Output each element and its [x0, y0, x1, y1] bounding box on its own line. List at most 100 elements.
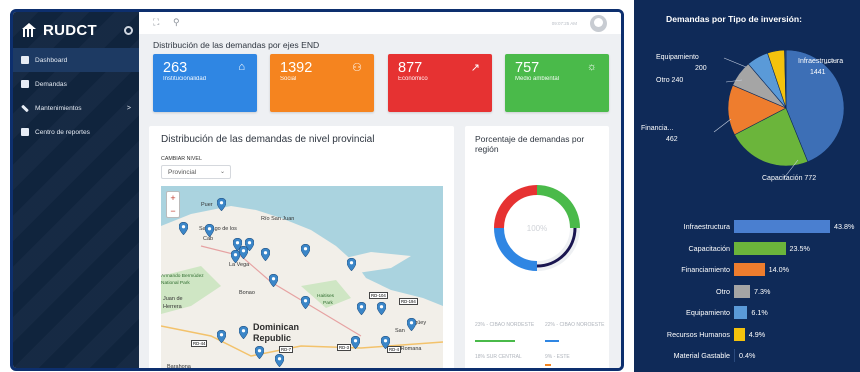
level-select[interactable]: Provincial ⌄	[161, 165, 231, 179]
map-pin-icon[interactable]	[255, 346, 264, 359]
map-pin-icon[interactable]	[231, 250, 240, 263]
zoom-control: + −	[166, 191, 180, 218]
level-select-value: Provincial	[168, 169, 197, 176]
bar-infraestructura	[734, 220, 830, 233]
map-pin-icon[interactable]	[381, 336, 390, 349]
card-institucionalidad[interactable]: 263 Institucionalidad ⌂	[153, 54, 257, 112]
map-pin-icon[interactable]	[205, 224, 214, 237]
legend-item: 18% SUR CENTRAL	[475, 354, 522, 360]
map-pin-icon[interactable]	[301, 296, 310, 309]
card-social[interactable]: 1392 Social ⚇	[270, 54, 374, 112]
chevron-down-icon: ⌄	[219, 169, 225, 175]
sidebar-item-dashboard[interactable]: Dashboard	[13, 48, 139, 72]
bar-category-label: Infraestructura	[683, 222, 730, 231]
donut-segment-dark	[536, 227, 577, 268]
map-pin-icon[interactable]	[217, 330, 226, 343]
card-medio-ambiental[interactable]: 757 Medio ambiental ☼	[505, 54, 609, 112]
road-shield: RD-104	[369, 292, 388, 299]
topbar: ⛶ ⚲ 09:07:25 AM	[139, 12, 621, 34]
level-label: CAMBIAR NIVEL	[161, 156, 202, 162]
sidebar-item-reportes[interactable]: Centro de reportes	[13, 120, 139, 144]
map-label: Puer	[201, 202, 213, 208]
book-icon	[21, 80, 29, 88]
wrench-icon	[21, 104, 29, 112]
sun-icon: ☼	[586, 61, 597, 73]
donut-segment-noroeste	[494, 227, 538, 271]
card-value: 1392	[280, 60, 313, 76]
legend-item: 23% - CIBAO NORDESTE	[475, 322, 535, 328]
map-pin-icon[interactable]	[275, 354, 284, 367]
map-pin-icon[interactable]	[261, 248, 270, 261]
sidebar: RUDCT Dashboard Demandas Mantenimientos …	[13, 12, 139, 368]
pie-leader-line	[713, 118, 732, 133]
map-label-country: Dominican	[253, 322, 300, 332]
bar-capacitaci-n	[734, 241, 786, 255]
card-label: Medio ambiental	[515, 76, 560, 82]
pie-label: Capacitación 772	[762, 175, 817, 182]
investment-chart-panel: Demandas por Tipo de inversión: Equipami…	[634, 0, 860, 372]
sidebar-item-label: Mantenimientos	[35, 104, 82, 112]
pie-label: Otro 240	[656, 77, 684, 84]
card-value: 877	[398, 60, 423, 76]
legend-bar	[545, 340, 559, 342]
brand-name: RUDCT	[43, 21, 97, 39]
print-icon	[21, 128, 29, 136]
map-pin-icon[interactable]	[217, 198, 226, 211]
map-pin-icon[interactable]	[351, 336, 360, 349]
card-label: Social	[280, 76, 297, 82]
map-pin-icon[interactable]	[179, 222, 188, 235]
bar-value-label: 23.5%	[789, 243, 810, 253]
road-shield: RD-7	[279, 346, 294, 353]
app-window: RUDCT Dashboard Demandas Mantenimientos …	[10, 9, 624, 371]
pie-label: Equipamiento	[656, 54, 699, 61]
bar-category-label: Capacitación	[688, 243, 730, 253]
pie-chart	[713, 49, 845, 179]
sidebar-toggle-icon[interactable]	[124, 25, 133, 35]
region-panel-title: Porcentaje de demandas por región	[475, 134, 585, 154]
bar-value-label: 6.1%	[751, 308, 768, 317]
map-label-country: Republic	[253, 333, 292, 343]
donut-segment-nordeste	[536, 185, 580, 229]
pie-label: 462	[666, 136, 678, 143]
sidebar-item-mantenimientos[interactable]: Mantenimientos >	[13, 96, 139, 120]
card-value: 263	[163, 60, 188, 76]
pie-leader-line	[723, 57, 747, 68]
map-pin-icon[interactable]	[269, 274, 278, 287]
card-economico[interactable]: 877 Económico ↗	[388, 54, 492, 112]
card-value: 757	[515, 60, 540, 76]
bar-value-label: 0.4%	[739, 351, 756, 360]
sidebar-item-demandas[interactable]: Demandas	[13, 72, 139, 96]
map-pin-icon[interactable]	[407, 318, 416, 331]
main-content: ⛶ ⚲ 09:07:25 AM Distribución de las dema…	[139, 12, 621, 368]
bar-material-gastable	[734, 349, 735, 362]
map-pin-icon[interactable]	[301, 244, 310, 257]
pie-label: Financia...	[641, 125, 674, 132]
map-pin-icon[interactable]	[347, 258, 356, 271]
map-pin-icon[interactable]	[357, 302, 366, 315]
map-label: Juan de	[163, 296, 183, 302]
card-label: Económico	[398, 76, 428, 82]
map-label: Barahona	[167, 364, 191, 370]
brand[interactable]: RUDCT	[13, 12, 139, 48]
map-pin-icon[interactable]	[239, 246, 248, 259]
bar-financiamiento	[734, 263, 765, 276]
province-map[interactable]: + − Puer Río San Juan Santiago de los Ca…	[161, 186, 443, 370]
map-pin-icon[interactable]	[377, 302, 386, 315]
map-label: National Park	[161, 281, 190, 286]
map-label: Armando Bermúdez	[161, 274, 204, 279]
region-panel: Porcentaje de demandas por región 100% 2…	[465, 126, 609, 368]
map-pin-icon[interactable]	[239, 326, 248, 339]
bar-equipamiento	[734, 306, 748, 319]
zoom-out-button[interactable]: −	[167, 205, 179, 218]
home-icon	[21, 56, 29, 64]
fullscreen-icon[interactable]: ⛶	[153, 17, 159, 28]
zoom-in-button[interactable]: +	[167, 192, 179, 205]
pie-label: 1441	[810, 69, 826, 76]
pie-label: 200	[695, 65, 707, 72]
avatar[interactable]	[590, 15, 607, 32]
map-label: Herrera	[163, 304, 182, 310]
map-label: San	[395, 328, 405, 334]
topbar-time: 09:07:25 AM	[551, 21, 577, 26]
search-icon[interactable]: ⚲	[173, 17, 180, 28]
government-building-icon	[21, 23, 37, 37]
